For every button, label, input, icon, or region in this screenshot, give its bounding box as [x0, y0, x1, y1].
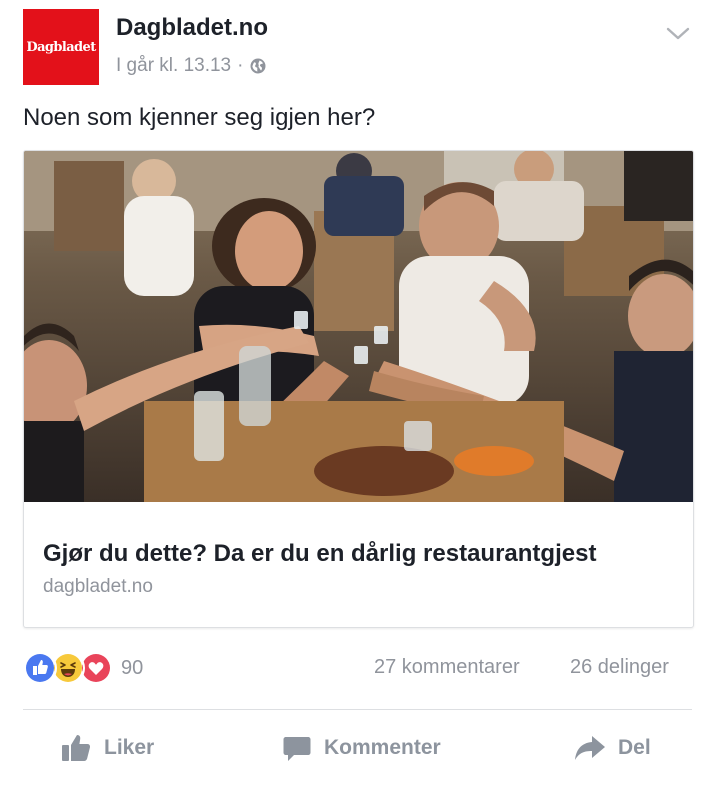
page-name-link[interactable]: Dagbladet.no [116, 14, 268, 42]
thumbs-up-icon [62, 735, 91, 761]
page-avatar[interactable]: Dagbladet [23, 9, 99, 85]
comment-icon [283, 737, 311, 761]
link-domain: dagbladet.no [43, 576, 153, 597]
chevron-down-icon[interactable] [664, 24, 692, 44]
post-timestamp[interactable]: I går kl. 13.13 [116, 55, 231, 77]
link-preview-card[interactable]: Gjør du dette? Da er du en dårlig restau… [23, 150, 694, 628]
comment-button[interactable]: Kommenter [282, 730, 441, 766]
reactions-summary[interactable]: 90 [23, 651, 144, 685]
facebook-post: Dagbladet Dagbladet.no I går kl. 13.13 ·… [0, 0, 720, 797]
share-label: Del [618, 736, 651, 759]
globe-icon [250, 58, 266, 74]
like-label: Liker [104, 736, 155, 759]
meta-separator: · [237, 55, 244, 76]
post-meta: I går kl. 13.13 · [116, 55, 267, 77]
comments-count-link[interactable]: 27 kommentarer [374, 656, 520, 679]
link-title[interactable]: Gjør du dette? Da er du en dårlig restau… [43, 540, 596, 568]
love-icon [82, 654, 110, 682]
link-preview-image[interactable] [24, 151, 693, 502]
like-button[interactable]: Liker [60, 730, 154, 766]
haha-icon [54, 654, 82, 682]
comment-label: Kommenter [324, 736, 441, 759]
share-arrow-icon [575, 736, 605, 760]
actions-divider [23, 709, 692, 710]
page-logo-text: Dagbladet [26, 39, 96, 55]
post-text: Noen som kjenner seg igjen her? [23, 104, 376, 131]
reaction-count: 90 [121, 656, 144, 679]
share-button[interactable]: Del [574, 730, 651, 766]
like-reaction [23, 651, 57, 685]
like-icon [26, 654, 54, 682]
shares-count-link[interactable]: 26 delinger [570, 656, 669, 679]
